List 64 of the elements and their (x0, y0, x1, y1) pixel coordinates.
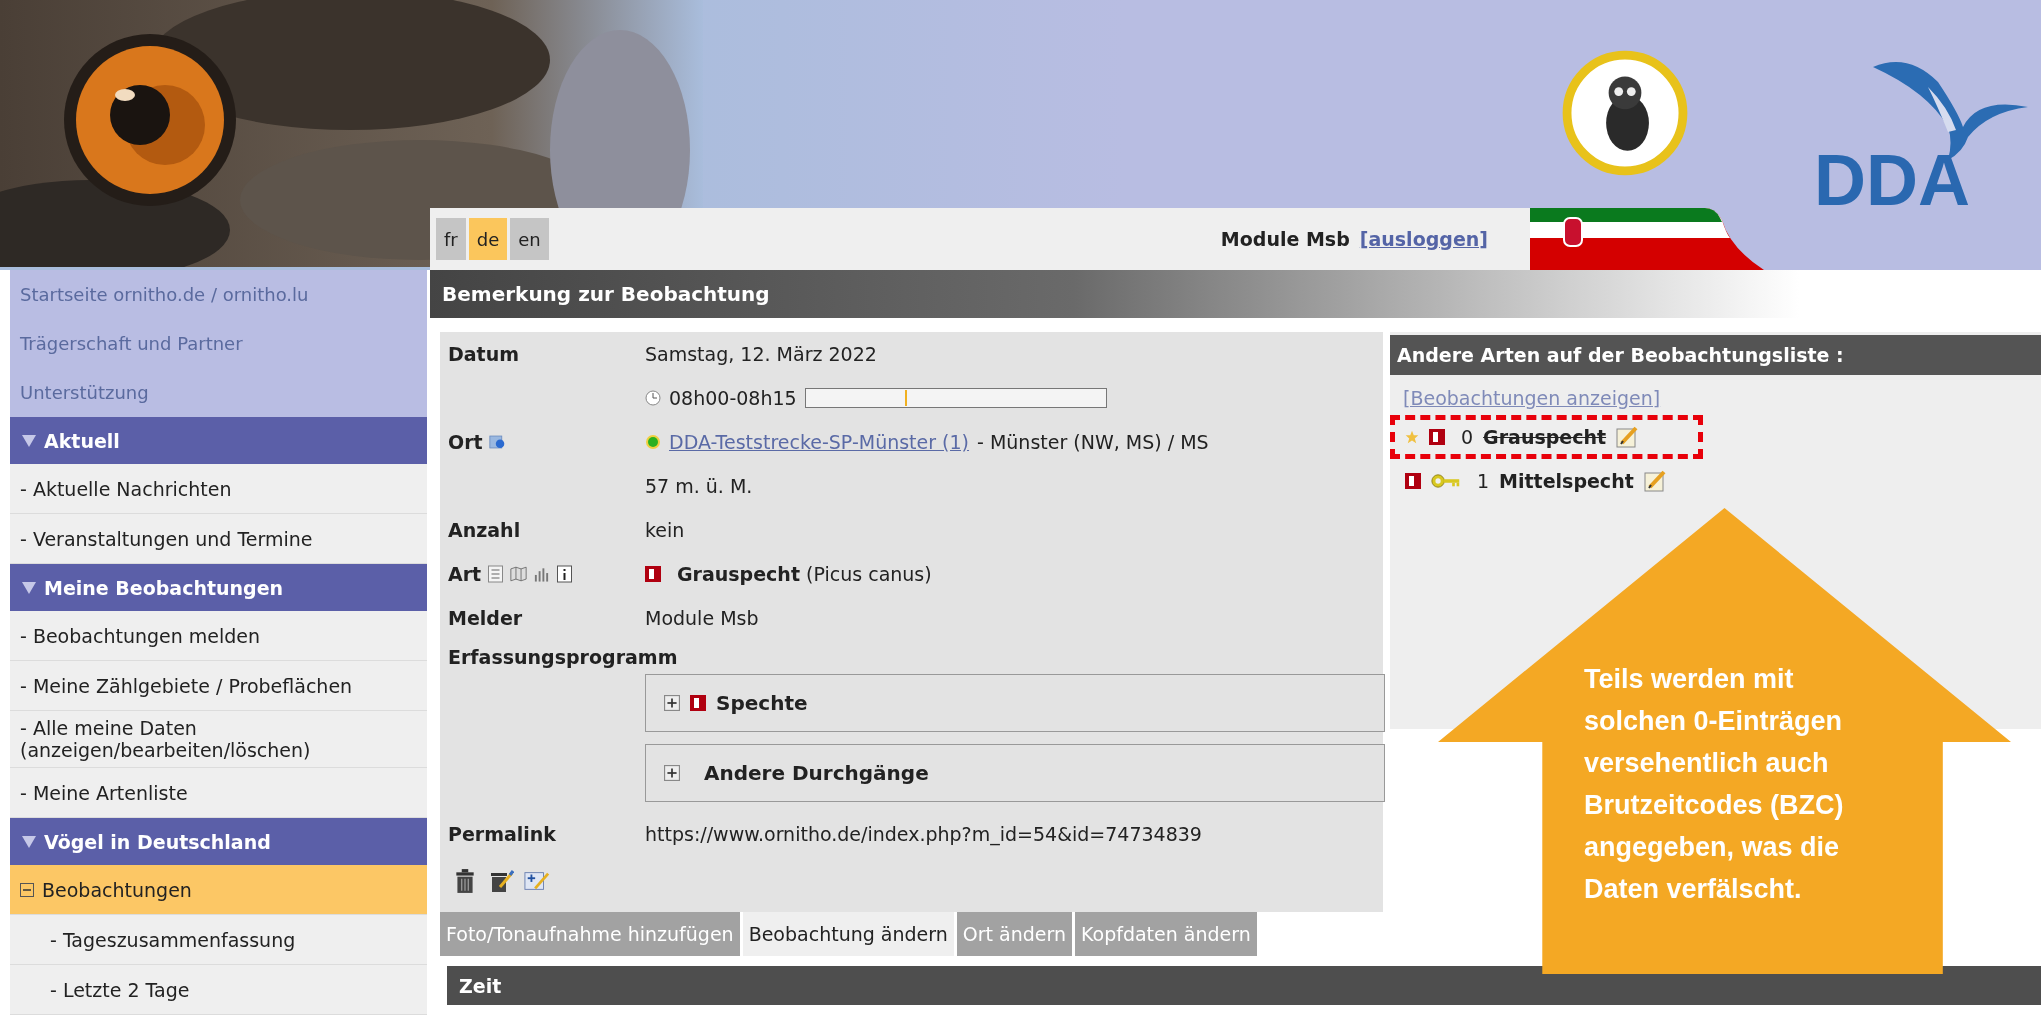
sidebar-item[interactable]: - Meine Artenliste (10, 768, 427, 818)
logout-link[interactable]: [ausloggen] (1359, 228, 1488, 250)
field-value: kein (645, 519, 685, 541)
program-name: Spechte (716, 691, 808, 715)
edit-icon[interactable] (1643, 470, 1666, 492)
status-icon (1429, 429, 1445, 445)
language-button[interactable]: de (468, 218, 508, 260)
time-range: 08h00-08h15 (669, 387, 797, 409)
count: 0 (1461, 426, 1474, 448)
panel-title: Andere Arten auf der Beobachtungsliste : (1397, 344, 1844, 366)
status-icon (645, 566, 661, 582)
field-value: - Münster (NW, MS) / MS (977, 431, 1209, 453)
language-button[interactable]: en (510, 218, 549, 260)
sidebar-item[interactable]: - Aktuelle Nachrichten (10, 464, 427, 514)
item-label: Beobachtungen (42, 878, 192, 901)
sidebar-item[interactable]: - Alle meine Daten (anzeigen/bearbeiten/löschen) (10, 711, 427, 768)
field-label: Permalink (448, 823, 556, 845)
sidebar-item[interactable]: - Meine Zählgebiete / Probeflächen (10, 661, 427, 711)
edit-icon[interactable] (1616, 426, 1639, 448)
count: 1 (1477, 470, 1490, 492)
info-icon[interactable] (556, 565, 574, 583)
sidebar-item[interactable]: - Beobachtungen melden (10, 611, 427, 661)
sidebar-item[interactable]: - Tageszusammenfassung (10, 915, 427, 965)
field-label: Anzahl (448, 519, 521, 541)
status-dot-icon (645, 434, 661, 450)
callout-text: Teils werden mit solchen 0-Einträgen versehentlich auch Brutzeitcodes (BZC) angegeben, was die Daten verfälscht. (1584, 663, 1845, 906)
field-label: Datum (448, 343, 519, 365)
section-title: Aktuell (44, 429, 120, 452)
field-value: https://www.ornitho.de/index.php?m_id=54&id=74734839 (645, 823, 1202, 845)
field-label: Art (448, 563, 482, 585)
sidebar-section-header[interactable]: Aktuell (10, 417, 427, 464)
species-name[interactable]: Grauspecht (1483, 426, 1607, 448)
program-panel[interactable]: Spechte (645, 674, 1385, 732)
flag-icon (1530, 208, 1764, 270)
section-title: Vögel in Deutschland (44, 830, 271, 853)
sidebar-item[interactable]: - Veranstaltungen und Termine (10, 514, 427, 564)
status-icon (1405, 473, 1421, 489)
sidebar-item[interactable]: Beobachtungen (10, 865, 427, 915)
field-value: 57 m. ü. M. (645, 475, 753, 497)
section-title: Zeit (459, 974, 502, 997)
owl-seal-icon (1562, 50, 1688, 176)
list-icon[interactable] (487, 565, 505, 583)
language-button[interactable]: fr (436, 218, 466, 260)
field-label: Melder (448, 607, 523, 629)
tab[interactable]: Beobachtung ändern (742, 912, 954, 956)
program-panel[interactable]: Andere Durchgänge (645, 744, 1385, 802)
logo-text: DDA (1814, 140, 1970, 220)
field-value: Samstag, 12. März 2022 (645, 343, 877, 365)
sidebar-section-header[interactable]: Vögel in Deutschland (10, 818, 427, 865)
sidebar-section-header[interactable]: Meine Beobachtungen (10, 564, 427, 611)
field-label: Erfassungsprogramm (448, 646, 679, 668)
page-title: Bemerkung zur Beobachtung (442, 282, 770, 306)
field-label: Ort (448, 431, 483, 453)
program-name: Andere Durchgänge (704, 761, 929, 785)
place-link[interactable]: DDA-Teststrecke-SP-Münster (1) (669, 431, 970, 453)
chart-icon[interactable] (533, 565, 551, 583)
species-name: Grauspecht (Picus canus) (677, 563, 932, 585)
user-name: Module Msb (1220, 228, 1350, 250)
species-name[interactable]: Mittelspecht (1499, 470, 1634, 492)
field-value: Module Msb (645, 607, 759, 629)
sidebar-item[interactable]: - Letzte 2 Tage (10, 965, 427, 1015)
clock-icon (645, 390, 661, 406)
trash-edit-icon[interactable] (488, 868, 514, 894)
section-title: Meine Beobachtungen (44, 576, 284, 599)
